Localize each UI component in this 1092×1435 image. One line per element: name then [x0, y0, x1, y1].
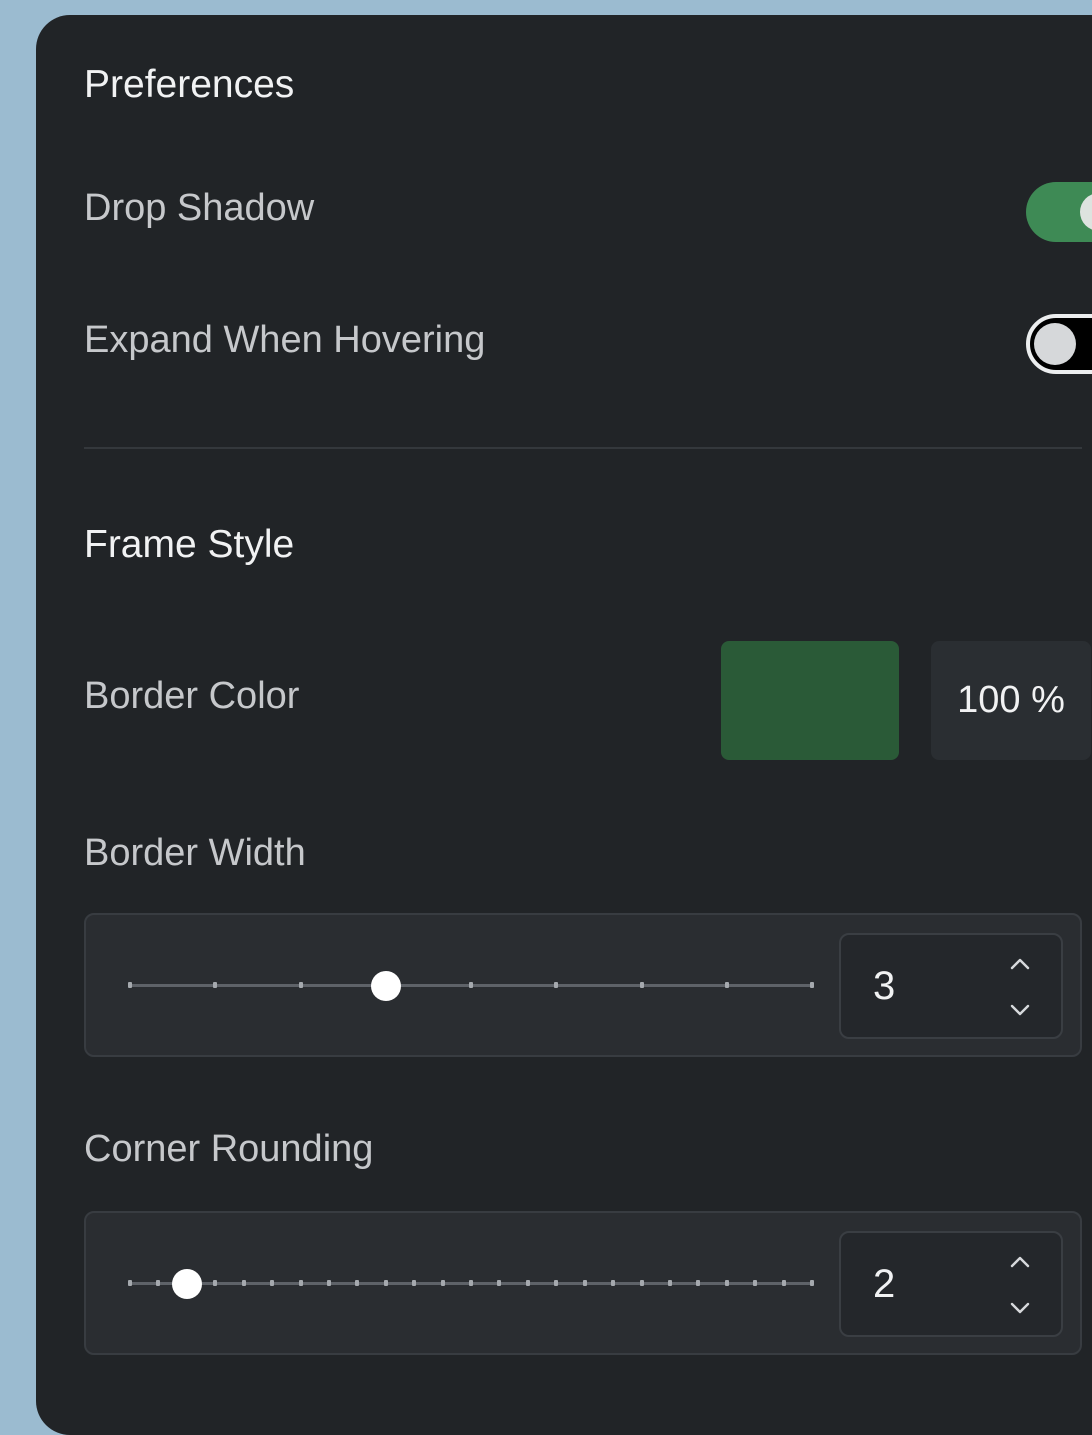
- slider-tick: [639, 1280, 644, 1286]
- border-color-opacity-input[interactable]: 100 %: [931, 641, 1091, 760]
- border-width-control: 3: [84, 913, 1082, 1057]
- expand-when-hovering-label: Expand When Hovering: [84, 319, 486, 361]
- preferences-title: Preferences: [84, 63, 295, 106]
- border-width-stepper[interactable]: 3: [839, 933, 1063, 1039]
- border-width-value: 3: [873, 964, 896, 1008]
- slider-tick: [156, 1280, 161, 1286]
- slider-tick: [469, 982, 473, 988]
- chevron-down-icon[interactable]: [1007, 1295, 1033, 1321]
- border-color-label: Border Color: [84, 675, 300, 717]
- slider-tick: [525, 1280, 530, 1286]
- toggle-knob: [1034, 323, 1076, 365]
- slider-tick: [810, 1280, 814, 1286]
- slider-tick: [128, 1280, 132, 1286]
- corner-rounding-control: 2: [84, 1211, 1082, 1355]
- slider-tick: [582, 1280, 587, 1286]
- slider-tick: [639, 982, 644, 988]
- corner-rounding-slider[interactable]: [128, 1269, 814, 1299]
- slider-tick: [412, 1280, 417, 1286]
- slider-tick: [724, 1280, 729, 1286]
- slider-tick: [810, 982, 814, 988]
- slider-tick: [469, 1280, 473, 1286]
- border-width-slider[interactable]: [128, 971, 814, 1001]
- border-width-label: Border Width: [84, 832, 306, 874]
- slider-tick: [667, 1280, 672, 1286]
- section-divider: [84, 447, 1082, 449]
- preferences-panel: Preferences Drop Shadow Expand When Hove…: [36, 15, 1092, 1435]
- slider-tick: [696, 1280, 701, 1286]
- expand-when-hovering-toggle[interactable]: [1026, 314, 1092, 374]
- border-color-swatch[interactable]: [721, 641, 899, 760]
- corner-rounding-label: Corner Rounding: [84, 1128, 374, 1170]
- chevron-down-icon[interactable]: [1007, 997, 1033, 1023]
- slider-tick: [355, 1280, 360, 1286]
- slider-tick: [241, 1280, 246, 1286]
- slider-tick: [554, 1280, 559, 1286]
- slider-tick: [781, 1280, 786, 1286]
- slider-tick: [554, 982, 559, 988]
- drop-shadow-toggle[interactable]: [1026, 182, 1092, 242]
- slider-tick: [497, 1280, 502, 1286]
- slider-tick: [611, 1280, 616, 1286]
- slider-tick: [298, 1280, 303, 1286]
- slider-tick: [270, 1280, 275, 1286]
- slider-tick: [326, 1280, 331, 1286]
- slider-tick: [128, 982, 132, 988]
- slider-thumb[interactable]: [171, 1269, 202, 1299]
- chevron-up-icon[interactable]: [1007, 1249, 1033, 1275]
- toggle-knob: [1080, 193, 1092, 231]
- frame-style-title: Frame Style: [84, 523, 295, 566]
- corner-rounding-value: 2: [873, 1262, 896, 1306]
- slider-tick: [440, 1280, 445, 1286]
- opacity-value: 100 %: [957, 679, 1065, 721]
- chevron-up-icon[interactable]: [1007, 951, 1033, 977]
- corner-rounding-stepper[interactable]: 2: [839, 1231, 1063, 1337]
- slider-tick: [753, 1280, 758, 1286]
- slider-tick: [213, 1280, 218, 1286]
- slider-thumb[interactable]: [370, 971, 401, 1001]
- slider-tick: [298, 982, 303, 988]
- slider-tick: [213, 982, 218, 988]
- slider-tick: [383, 1280, 388, 1286]
- slider-tick: [724, 982, 729, 988]
- drop-shadow-label: Drop Shadow: [84, 187, 315, 229]
